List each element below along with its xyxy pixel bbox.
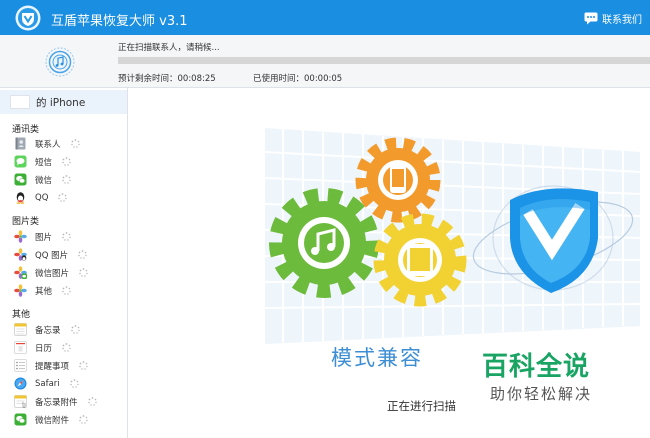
sidebar-item-safari[interactable]: Safari: [14, 376, 79, 391]
sidebar-item-wechat-attachments[interactable]: 微信附件: [14, 412, 88, 427]
loading-spinner-icon: [62, 343, 71, 352]
qq-icon: [14, 191, 27, 204]
loading-spinner-icon: [62, 175, 71, 184]
loading-spinner-icon: [79, 268, 88, 277]
sidebar: 的 iPhone 通讯类 联系人 短信 微信 QQ 图片类 图片 QQ 图片 微…: [0, 88, 128, 438]
device-name: 的 iPhone: [36, 96, 86, 109]
main-panel: 模式兼容 正在进行扫描 百科全说 助你轻松解决: [128, 88, 650, 438]
watermark-title: 百科全说: [482, 352, 591, 382]
scan-progress-bar: [118, 57, 650, 64]
sidebar-item-wechat-photos[interactable]: 微信图片: [14, 265, 88, 280]
group-label-photos: 图片类: [12, 217, 40, 227]
loading-spinner-icon: [70, 139, 80, 148]
sidebar-item-label: 联系人: [35, 139, 61, 150]
app-logo-icon: [15, 5, 41, 31]
group-label-communication: 通讯类: [12, 125, 40, 135]
sidebar-item-calendar[interactable]: 日历: [14, 340, 71, 355]
title-bar: 互盾苹果恢复大师 v3.1 联系我们: [0, 0, 650, 35]
sidebar-item-label: 备忘录附件: [35, 397, 78, 408]
music-note-emblem-icon: [45, 47, 75, 77]
sidebar-item-notes-attachments[interactable]: 备忘录附件: [14, 394, 97, 409]
sidebar-item-label: 图片: [35, 232, 53, 243]
loading-spinner-icon: [78, 250, 87, 259]
sidebar-item-label: 日历: [35, 343, 53, 354]
sidebar-item-label: 短信: [35, 157, 53, 168]
scanning-text: 正在进行扫描: [387, 399, 456, 413]
sidebar-item-reminders[interactable]: 提醒事项: [14, 358, 88, 373]
device-selector[interactable]: 的 iPhone: [0, 90, 127, 114]
loading-spinner-icon: [69, 379, 79, 388]
time-remaining-text: 预计剩余时间：00:08:25: [118, 74, 216, 84]
sidebar-item-qq[interactable]: QQ: [14, 190, 68, 205]
safari-icon: [14, 377, 27, 390]
loading-spinner-icon: [62, 286, 71, 295]
sidebar-item-label: QQ: [35, 192, 49, 203]
sidebar-item-label: QQ 图片: [35, 250, 69, 261]
loading-spinner-icon: [62, 157, 71, 166]
photos-icon: [14, 230, 27, 243]
wechat-attachments-icon: [14, 413, 27, 426]
wechat-icon: [14, 173, 27, 186]
scan-status-text: 正在扫描联系人，请稍候...: [118, 43, 220, 53]
loading-spinner-icon: [70, 325, 80, 334]
sidebar-item-notes[interactable]: 备忘录: [14, 322, 80, 337]
sidebar-item-photos[interactable]: 图片: [14, 229, 71, 244]
watermark-subtitle: 助你轻松解决: [490, 385, 593, 403]
mode-title: 模式兼容: [331, 346, 423, 370]
sidebar-item-label: 其他: [35, 286, 53, 297]
contacts-icon: [14, 137, 27, 150]
loading-spinner-icon: [87, 397, 97, 406]
group-label-other: 其他: [12, 310, 31, 320]
device-thumbnail: [10, 95, 30, 109]
contact-us-label: 联系我们: [602, 14, 642, 26]
loading-spinner-icon: [62, 232, 71, 241]
sidebar-item-contacts[interactable]: 联系人: [14, 136, 80, 151]
sidebar-item-label: 微信: [35, 175, 53, 186]
time-used-text: 已使用时间：00:00:05: [253, 74, 343, 84]
qq-photos-icon: [14, 248, 27, 261]
loading-spinner-icon: [58, 193, 68, 202]
notes-attachments-icon: [14, 395, 27, 408]
chat-icon: [584, 12, 598, 24]
sidebar-item-label: 备忘录: [35, 325, 61, 336]
app-title: 互盾苹果恢复大师 v3.1: [51, 14, 188, 29]
contact-us-button[interactable]: 联系我们: [584, 10, 642, 26]
loading-spinner-icon: [79, 415, 88, 424]
sidebar-item-messages[interactable]: 短信: [14, 154, 71, 169]
reminders-icon: [14, 359, 27, 372]
loading-spinner-icon: [79, 361, 88, 370]
notes-icon: [14, 323, 27, 336]
sidebar-item-label: 微信图片: [35, 268, 70, 279]
sidebar-item-wechat[interactable]: 微信: [14, 172, 71, 187]
messages-icon: [14, 155, 27, 168]
sidebar-item-other-photos[interactable]: 其他: [14, 283, 71, 298]
scan-progress-panel: 正在扫描联系人，请稍候... 预计剩余时间：00:08:25 已使用时间：00:…: [0, 35, 650, 88]
sidebar-item-label: 微信附件: [35, 415, 70, 426]
sidebar-item-label: Safari: [35, 378, 60, 389]
wechat-photos-icon: [14, 266, 27, 279]
calendar-icon: [14, 341, 27, 354]
sidebar-item-qq-photos[interactable]: QQ 图片: [14, 247, 87, 262]
sidebar-item-label: 提醒事项: [35, 361, 70, 372]
other-photos-icon: [14, 284, 27, 297]
